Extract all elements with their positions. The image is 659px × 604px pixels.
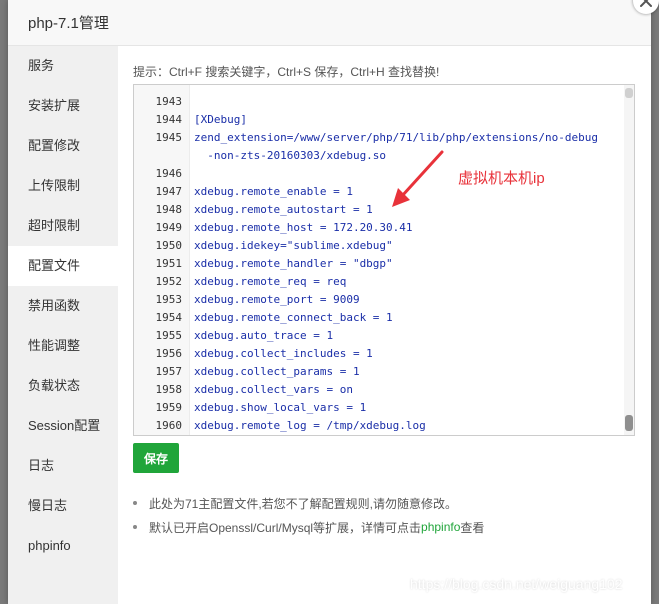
annotation-arrow-icon: [392, 150, 444, 207]
line-text[interactable]: xdebug.remote_handler = "dbgp": [189, 255, 393, 273]
annotation-label: 虚拟机本机ip: [458, 170, 545, 187]
sidebar: 服务 安装扩展 配置修改 上传限制 超时限制 配置文件 禁用函数 性能调整 负载…: [8, 46, 118, 604]
line-text[interactable]: xdebug.collect_includes = 1: [189, 345, 373, 363]
code-line: 1945 zend_extension=/www/server/php/71/li…: [134, 129, 624, 147]
note-item: 此处为71主配置文件,若您不了解配置规则,请勿随意修改。: [133, 491, 484, 515]
line-number: 1948: [155, 203, 183, 216]
line-number: 1958: [155, 383, 183, 396]
scrollbar-top-cap: [625, 88, 633, 98]
note-text: 此处为71主配置文件,若您不了解配置规则,请勿随意修改。: [149, 496, 458, 511]
line-text[interactable]: xdebug.remote_enable = 1: [189, 183, 353, 201]
code-line: 1944 [XDebug]: [134, 111, 624, 129]
code-line: 1953 xdebug.remote_port = 9009: [134, 291, 624, 309]
line-text[interactable]: xdebug.remote_autostart = 1: [189, 201, 373, 219]
code-line: -non-zts-20160303/xdebug.so: [134, 147, 624, 165]
line-number: 1959: [155, 401, 183, 414]
config-code-editor[interactable]: 1943 1944 [XDebug] 1945 zend_extension=/ww…: [133, 84, 635, 436]
line-text[interactable]: xdebug.remote_connect_back = 1: [189, 309, 393, 327]
dialog-title: php-7.1管理: [28, 15, 109, 32]
code-line: 1956 xdebug.collect_includes = 1: [134, 345, 624, 363]
code-line: 1959 xdebug.show_local_vars = 1: [134, 399, 624, 417]
line-number: 1944: [155, 113, 183, 126]
code-line: 1952 xdebug.remote_req = req: [134, 273, 624, 291]
save-button[interactable]: 保存: [133, 443, 179, 473]
code-line: 1955 xdebug.auto_trace = 1: [134, 327, 624, 345]
line-text[interactable]: xdebug.auto_trace = 1: [189, 327, 333, 345]
note-suffix: 查看: [460, 520, 485, 535]
sidebar-item-upload-limit[interactable]: 上传限制: [8, 166, 118, 206]
line-number: 1956: [155, 347, 183, 360]
notes-list: 此处为71主配置文件,若您不了解配置规则,请勿随意修改。 默认已开启Openss…: [133, 491, 484, 539]
line-text[interactable]: xdebug.collect_vars = on: [189, 381, 353, 399]
watermark-text: https://blog.csdn.net/weiguang102: [410, 576, 623, 592]
sidebar-item-timeout-limit[interactable]: 超时限制: [8, 206, 118, 246]
code-line: 1957 xdebug.collect_params = 1: [134, 363, 624, 381]
sidebar-item-service[interactable]: 服务: [8, 46, 118, 86]
close-icon: [640, 0, 652, 7]
line-text[interactable]: xdebug.show_local_vars = 1: [189, 399, 366, 417]
line-number: 1945: [155, 131, 183, 144]
line-number: 1950: [155, 239, 183, 252]
code-line: 1943: [134, 93, 624, 111]
php-manager-dialog: php-7.1管理 服务 安装扩展 配置修改 上传限制 超时限制 配置文件 禁用…: [8, 0, 659, 604]
line-number: [134, 147, 189, 165]
line-text[interactable]: xdebug.collect_params = 1: [189, 363, 360, 381]
note-text: 默认已开启Openssl/Curl/Mysql等扩展，详情可点击: [149, 520, 422, 535]
code-line: 1960 xdebug.remote_log = /tmp/xdebug.log: [134, 417, 624, 435]
sidebar-item-session-config[interactable]: Session配置: [8, 406, 118, 446]
code-line: 1958 xdebug.collect_vars = on: [134, 381, 624, 399]
line-number: 1947: [155, 185, 183, 198]
line-number: 1957: [155, 365, 183, 378]
line-text[interactable]: xdebug.remote_port = 9009: [189, 291, 360, 309]
code-line: 1946: [134, 165, 624, 183]
line-number: 1952: [155, 275, 183, 288]
code-line: 1954 xdebug.remote_connect_back = 1: [134, 309, 624, 327]
note-item: 默认已开启Openssl/Curl/Mysql等扩展，详情可点击 phpinfo 查…: [133, 515, 484, 539]
line-number: 1943: [155, 95, 183, 108]
line-text[interactable]: [XDebug]: [189, 111, 247, 129]
editor-scrollbar[interactable]: [624, 85, 634, 435]
code-line: 1950 xdebug.idekey="sublime.xdebug": [134, 237, 624, 255]
dialog-titlebar: php-7.1管理: [8, 0, 651, 46]
sidebar-item-phpinfo[interactable]: phpinfo: [8, 526, 118, 566]
sidebar-item-load-status[interactable]: 负载状态: [8, 366, 118, 406]
code-line: 1948 xdebug.remote_autostart = 1: [134, 201, 624, 219]
bullet-icon: [133, 501, 137, 505]
line-text[interactable]: zend_extension=/www/server/php/71/lib/ph…: [189, 129, 598, 147]
sidebar-item-config-edit[interactable]: 配置修改: [8, 126, 118, 166]
phpinfo-link[interactable]: phpinfo: [421, 520, 460, 534]
line-text[interactable]: xdebug.idekey="sublime.xdebug": [189, 237, 393, 255]
code-line: 1947 xdebug.remote_enable = 1: [134, 183, 624, 201]
line-text[interactable]: [189, 165, 194, 183]
line-text[interactable]: -non-zts-20160303/xdebug.so: [189, 147, 386, 165]
line-text[interactable]: [189, 93, 194, 111]
line-number: 1954: [155, 311, 183, 324]
code-line: 1951 xdebug.remote_handler = "dbgp": [134, 255, 624, 273]
code-line: 1949 xdebug.remote_host = 172.20.30.41: [134, 219, 624, 237]
line-number: 1955: [155, 329, 183, 342]
line-number: 1946: [155, 167, 183, 180]
sidebar-item-log[interactable]: 日志: [8, 446, 118, 486]
line-number: 1949: [155, 221, 183, 234]
content-panel: 提示：Ctrl+F 搜索关键字，Ctrl+S 保存，Ctrl+H 查找替换! 1…: [118, 46, 651, 604]
sidebar-item-install-extensions[interactable]: 安装扩展: [8, 86, 118, 126]
sidebar-item-performance-tuning[interactable]: 性能调整: [8, 326, 118, 366]
line-number: 1960: [155, 419, 183, 432]
sidebar-item-disabled-functions[interactable]: 禁用函数: [8, 286, 118, 326]
line-text[interactable]: xdebug.remote_log = /tmp/xdebug.log: [189, 417, 426, 435]
sidebar-item-slow-log[interactable]: 慢日志: [8, 486, 118, 526]
line-text[interactable]: xdebug.remote_host = 172.20.30.41: [189, 219, 413, 237]
shortcut-tip: 提示：Ctrl+F 搜索关键字，Ctrl+S 保存，Ctrl+H 查找替换!: [133, 65, 440, 79]
line-number: 1951: [155, 257, 183, 270]
bullet-icon: [133, 525, 137, 529]
scrollbar-thumb[interactable]: [625, 415, 633, 431]
sidebar-item-config-file[interactable]: 配置文件: [8, 246, 118, 286]
line-text[interactable]: xdebug.remote_req = req: [189, 273, 346, 291]
line-number: 1953: [155, 293, 183, 306]
